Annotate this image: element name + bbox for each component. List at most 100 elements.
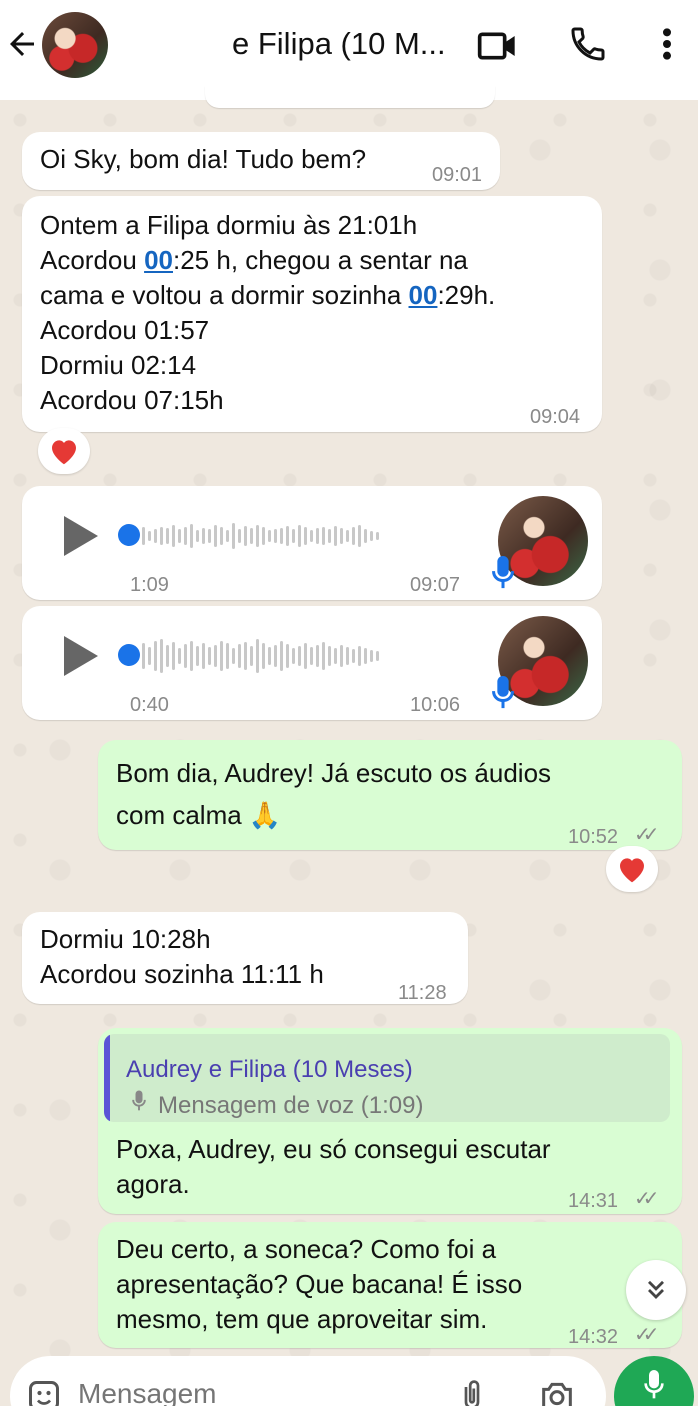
message-line: Dormiu 10:28h — [40, 924, 211, 954]
message-time: 10:52 — [568, 826, 619, 848]
waveform-bar — [370, 650, 373, 662]
waveform-bar — [298, 525, 301, 547]
waveform-bar — [202, 643, 205, 669]
waveform-bar — [160, 527, 163, 545]
heart-icon — [52, 440, 76, 465]
play-icon[interactable] — [60, 514, 100, 558]
microphone-icon — [132, 1090, 146, 1111]
waveform-bar — [226, 530, 229, 542]
message-bubble-incoming[interactable]: Oi Sky, bom dia! Tudo bem? 09:01 — [22, 132, 500, 190]
waveform-bar — [238, 644, 241, 668]
waveform-bar — [358, 525, 361, 547]
message-line: agora. — [116, 1169, 190, 1199]
message-bubble-incoming[interactable]: Ontem a Filipa dormiu às 21:01h Acordou … — [22, 196, 602, 432]
waveform-bar — [172, 525, 175, 547]
quote-accent-bar — [104, 1034, 110, 1122]
audio-waveform[interactable] — [142, 516, 379, 556]
waveform-bar — [370, 531, 373, 541]
playback-position-dot[interactable] — [118, 644, 140, 666]
message-line: Poxa, Audrey, eu só consegui escutar — [116, 1134, 551, 1164]
message-bubble-incoming[interactable]: Dormiu 10:28h Acordou sozinha 11:11 h 11… — [22, 912, 468, 1004]
message-line: com calma 🙏 — [116, 800, 282, 830]
waveform-bar — [256, 525, 259, 547]
message-line: mesmo, tem que aproveitar sim. — [116, 1304, 488, 1334]
waveform-bar — [364, 529, 367, 543]
message-bubble-outgoing[interactable]: Audrey e Filipa (10 Meses) Mensagem de v… — [98, 1028, 682, 1214]
contact-avatar[interactable] — [42, 12, 108, 78]
waveform-bar — [172, 642, 175, 670]
message-line: Acordou sozinha 11:11 h — [40, 959, 324, 989]
scroll-to-bottom-button[interactable] — [626, 1260, 686, 1320]
waveform-bar — [310, 530, 313, 542]
waveform-bar — [196, 646, 199, 666]
message-line: Acordou 01:57 — [40, 315, 210, 345]
waveform-bar — [376, 651, 379, 661]
waveform-bar — [184, 644, 187, 668]
audio-waveform[interactable] — [142, 636, 379, 676]
time-link[interactable]: 00 — [409, 280, 438, 310]
microphone-icon — [644, 1370, 664, 1399]
waveform-bar — [322, 642, 325, 670]
voice-message-bubble[interactable]: 1:09 09:07 — [22, 486, 602, 600]
reaction-badge[interactable] — [38, 428, 90, 474]
waveform-bar — [244, 642, 247, 670]
waveform-bar — [334, 648, 337, 664]
waveform-bar — [202, 528, 205, 544]
waveform-bar — [274, 645, 277, 667]
waveform-bar — [214, 525, 217, 547]
waveform-bar — [286, 526, 289, 546]
playback-position-dot[interactable] — [118, 524, 140, 546]
waveform-bar — [142, 643, 145, 669]
message-input[interactable] — [78, 1374, 438, 1406]
waveform-bar — [148, 647, 151, 665]
waveform-bar — [250, 646, 253, 666]
message-line: cama e voltou a dormir sozinha 00:29h. — [40, 280, 496, 310]
waveform-bar — [316, 645, 319, 667]
waveform-bar — [328, 529, 331, 543]
play-icon[interactable] — [60, 634, 100, 678]
message-time: 11:28 — [398, 982, 447, 1004]
waveform-bar — [142, 527, 145, 545]
chat-title[interactable]: e Filipa (10 M... — [232, 26, 452, 62]
message-line: apresentação? Que bacana! É isso — [116, 1269, 523, 1299]
message-line: Dormiu 02:14 — [40, 350, 197, 380]
microphone-icon — [492, 556, 514, 589]
voice-message-bubble[interactable]: 0:40 10:06 — [22, 606, 602, 720]
attach-icon[interactable] — [454, 1376, 490, 1406]
sticker-icon[interactable] — [26, 1378, 62, 1406]
back-arrow-icon[interactable] — [4, 26, 40, 62]
waveform-bar — [232, 648, 235, 664]
waveform-bar — [268, 530, 271, 542]
waveform-bar — [364, 648, 367, 664]
waveform-bar — [328, 646, 331, 666]
quoted-message[interactable]: Audrey e Filipa (10 Meses) Mensagem de v… — [104, 1034, 670, 1122]
waveform-bar — [256, 639, 259, 673]
message-time: 09:01 — [432, 164, 483, 186]
waveform-bar — [304, 643, 307, 669]
video-call-icon[interactable] — [476, 26, 520, 66]
waveform-bar — [148, 531, 151, 541]
message-bubble-outgoing[interactable]: Bom dia, Audrey! Já escuto os áudios com… — [98, 740, 682, 850]
phone-call-icon[interactable] — [568, 24, 608, 64]
waveform-bar — [352, 527, 355, 545]
more-options-icon[interactable] — [652, 24, 682, 64]
waveform-bar — [220, 527, 223, 545]
waveform-bar — [154, 641, 157, 671]
message-line: Deu certo, a soneca? Como foi a — [116, 1234, 497, 1264]
message-time: 09:07 — [410, 574, 461, 596]
waveform-bar — [304, 527, 307, 545]
waveform-bar — [274, 529, 277, 543]
reaction-badge[interactable] — [606, 846, 658, 892]
waveform-bar — [280, 641, 283, 671]
waveform-bar — [352, 649, 355, 663]
message-line: Ontem a Filipa dormiu às 21:01h — [40, 210, 418, 240]
waveform-bar — [208, 647, 211, 665]
camera-icon[interactable] — [536, 1376, 578, 1406]
message-time: 09:04 — [530, 406, 581, 428]
message-bubble-outgoing[interactable]: Deu certo, a soneca? Como foi a apresent… — [98, 1222, 682, 1348]
waveform-bar — [190, 524, 193, 548]
chat-header: e Filipa (10 M... — [0, 0, 698, 100]
time-link[interactable]: 00 — [144, 245, 173, 275]
message-time: 14:32 — [568, 1326, 619, 1348]
message-text: Oi Sky, bom dia! Tudo bem? — [40, 144, 367, 174]
